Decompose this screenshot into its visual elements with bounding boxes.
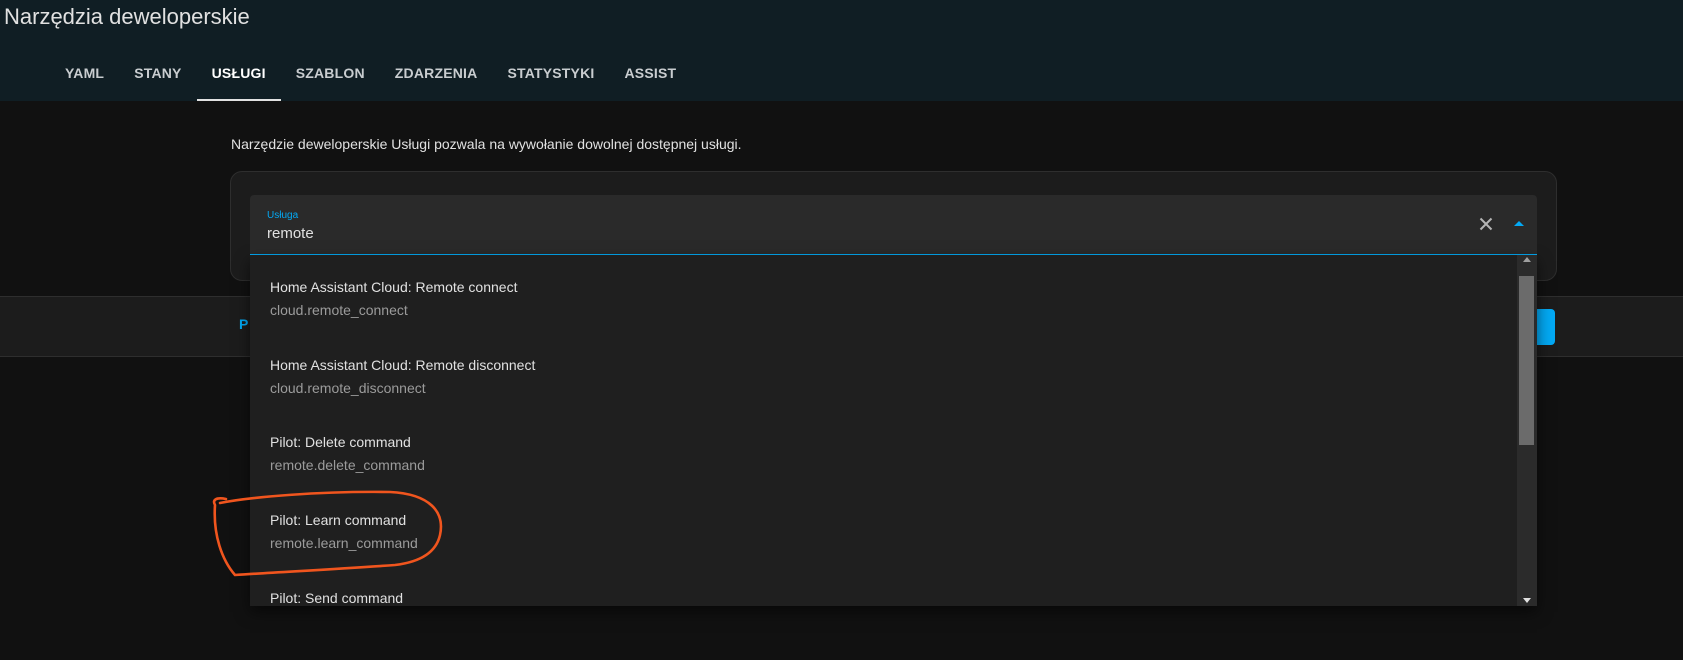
page-description: Narzędzie deweloperskie Usługi pozwala n… (231, 136, 742, 152)
page-title: Narzędzia deweloperskie (4, 4, 250, 29)
service-dropdown-list: Home Assistant Cloud: Remote connect clo… (250, 255, 1537, 606)
app-header: Narzędzia deweloperskie YAML STANY USŁUG… (0, 0, 1683, 101)
service-input[interactable] (267, 225, 1367, 242)
service-combobox[interactable]: Usługa (250, 195, 1537, 255)
close-icon[interactable] (1474, 212, 1498, 236)
tab-uslugi[interactable]: USŁUGI (196, 55, 281, 101)
dropdown-scrollbar[interactable] (1517, 255, 1537, 606)
scroll-down-arrow-icon[interactable] (1523, 598, 1531, 603)
scrollbar-thumb[interactable] (1519, 276, 1534, 445)
tab-assist[interactable]: ASSIST (610, 55, 692, 101)
option-service-id: cloud.remote_disconnect (270, 380, 426, 396)
option-title: Home Assistant Cloud: Remote connect (270, 279, 518, 295)
service-field-label: Usługa (267, 210, 299, 221)
tab-yaml[interactable]: YAML (50, 55, 119, 101)
tab-statystyki[interactable]: STATYSTYKI (492, 55, 609, 101)
option-service-id: remote.learn_command (270, 535, 418, 551)
tab-stany[interactable]: STANY (119, 55, 196, 101)
list-item-partial[interactable]: Pilot: Send command (250, 566, 1515, 606)
option-title: Pilot: Delete command (270, 434, 411, 450)
tab-bar: YAML STANY USŁUGI SZABLON ZDARZENIA STAT… (50, 55, 691, 101)
action-link-partial[interactable]: P (239, 316, 248, 332)
chevron-up-icon[interactable] (1507, 212, 1531, 236)
option-title: Home Assistant Cloud: Remote disconnect (270, 357, 536, 373)
list-item[interactable]: Pilot: Delete command remote.delete_comm… (250, 410, 1515, 490)
call-service-button-partial[interactable] (1535, 309, 1555, 345)
list-item-highlighted[interactable]: Pilot: Learn command remote.learn_comman… (250, 488, 1515, 568)
list-item[interactable]: Home Assistant Cloud: Remote disconnect … (250, 333, 1515, 413)
tab-zdarzenia[interactable]: ZDARZENIA (380, 55, 493, 101)
option-title: Pilot: Send command (270, 590, 404, 606)
scroll-up-arrow-icon[interactable] (1523, 257, 1531, 262)
option-service-id: cloud.remote_connect (270, 302, 408, 318)
option-title: Pilot: Learn command (270, 512, 407, 528)
tab-szablon[interactable]: SZABLON (281, 55, 380, 101)
option-service-id: remote.delete_command (270, 457, 425, 473)
list-item[interactable]: Home Assistant Cloud: Remote connect clo… (250, 255, 1515, 335)
